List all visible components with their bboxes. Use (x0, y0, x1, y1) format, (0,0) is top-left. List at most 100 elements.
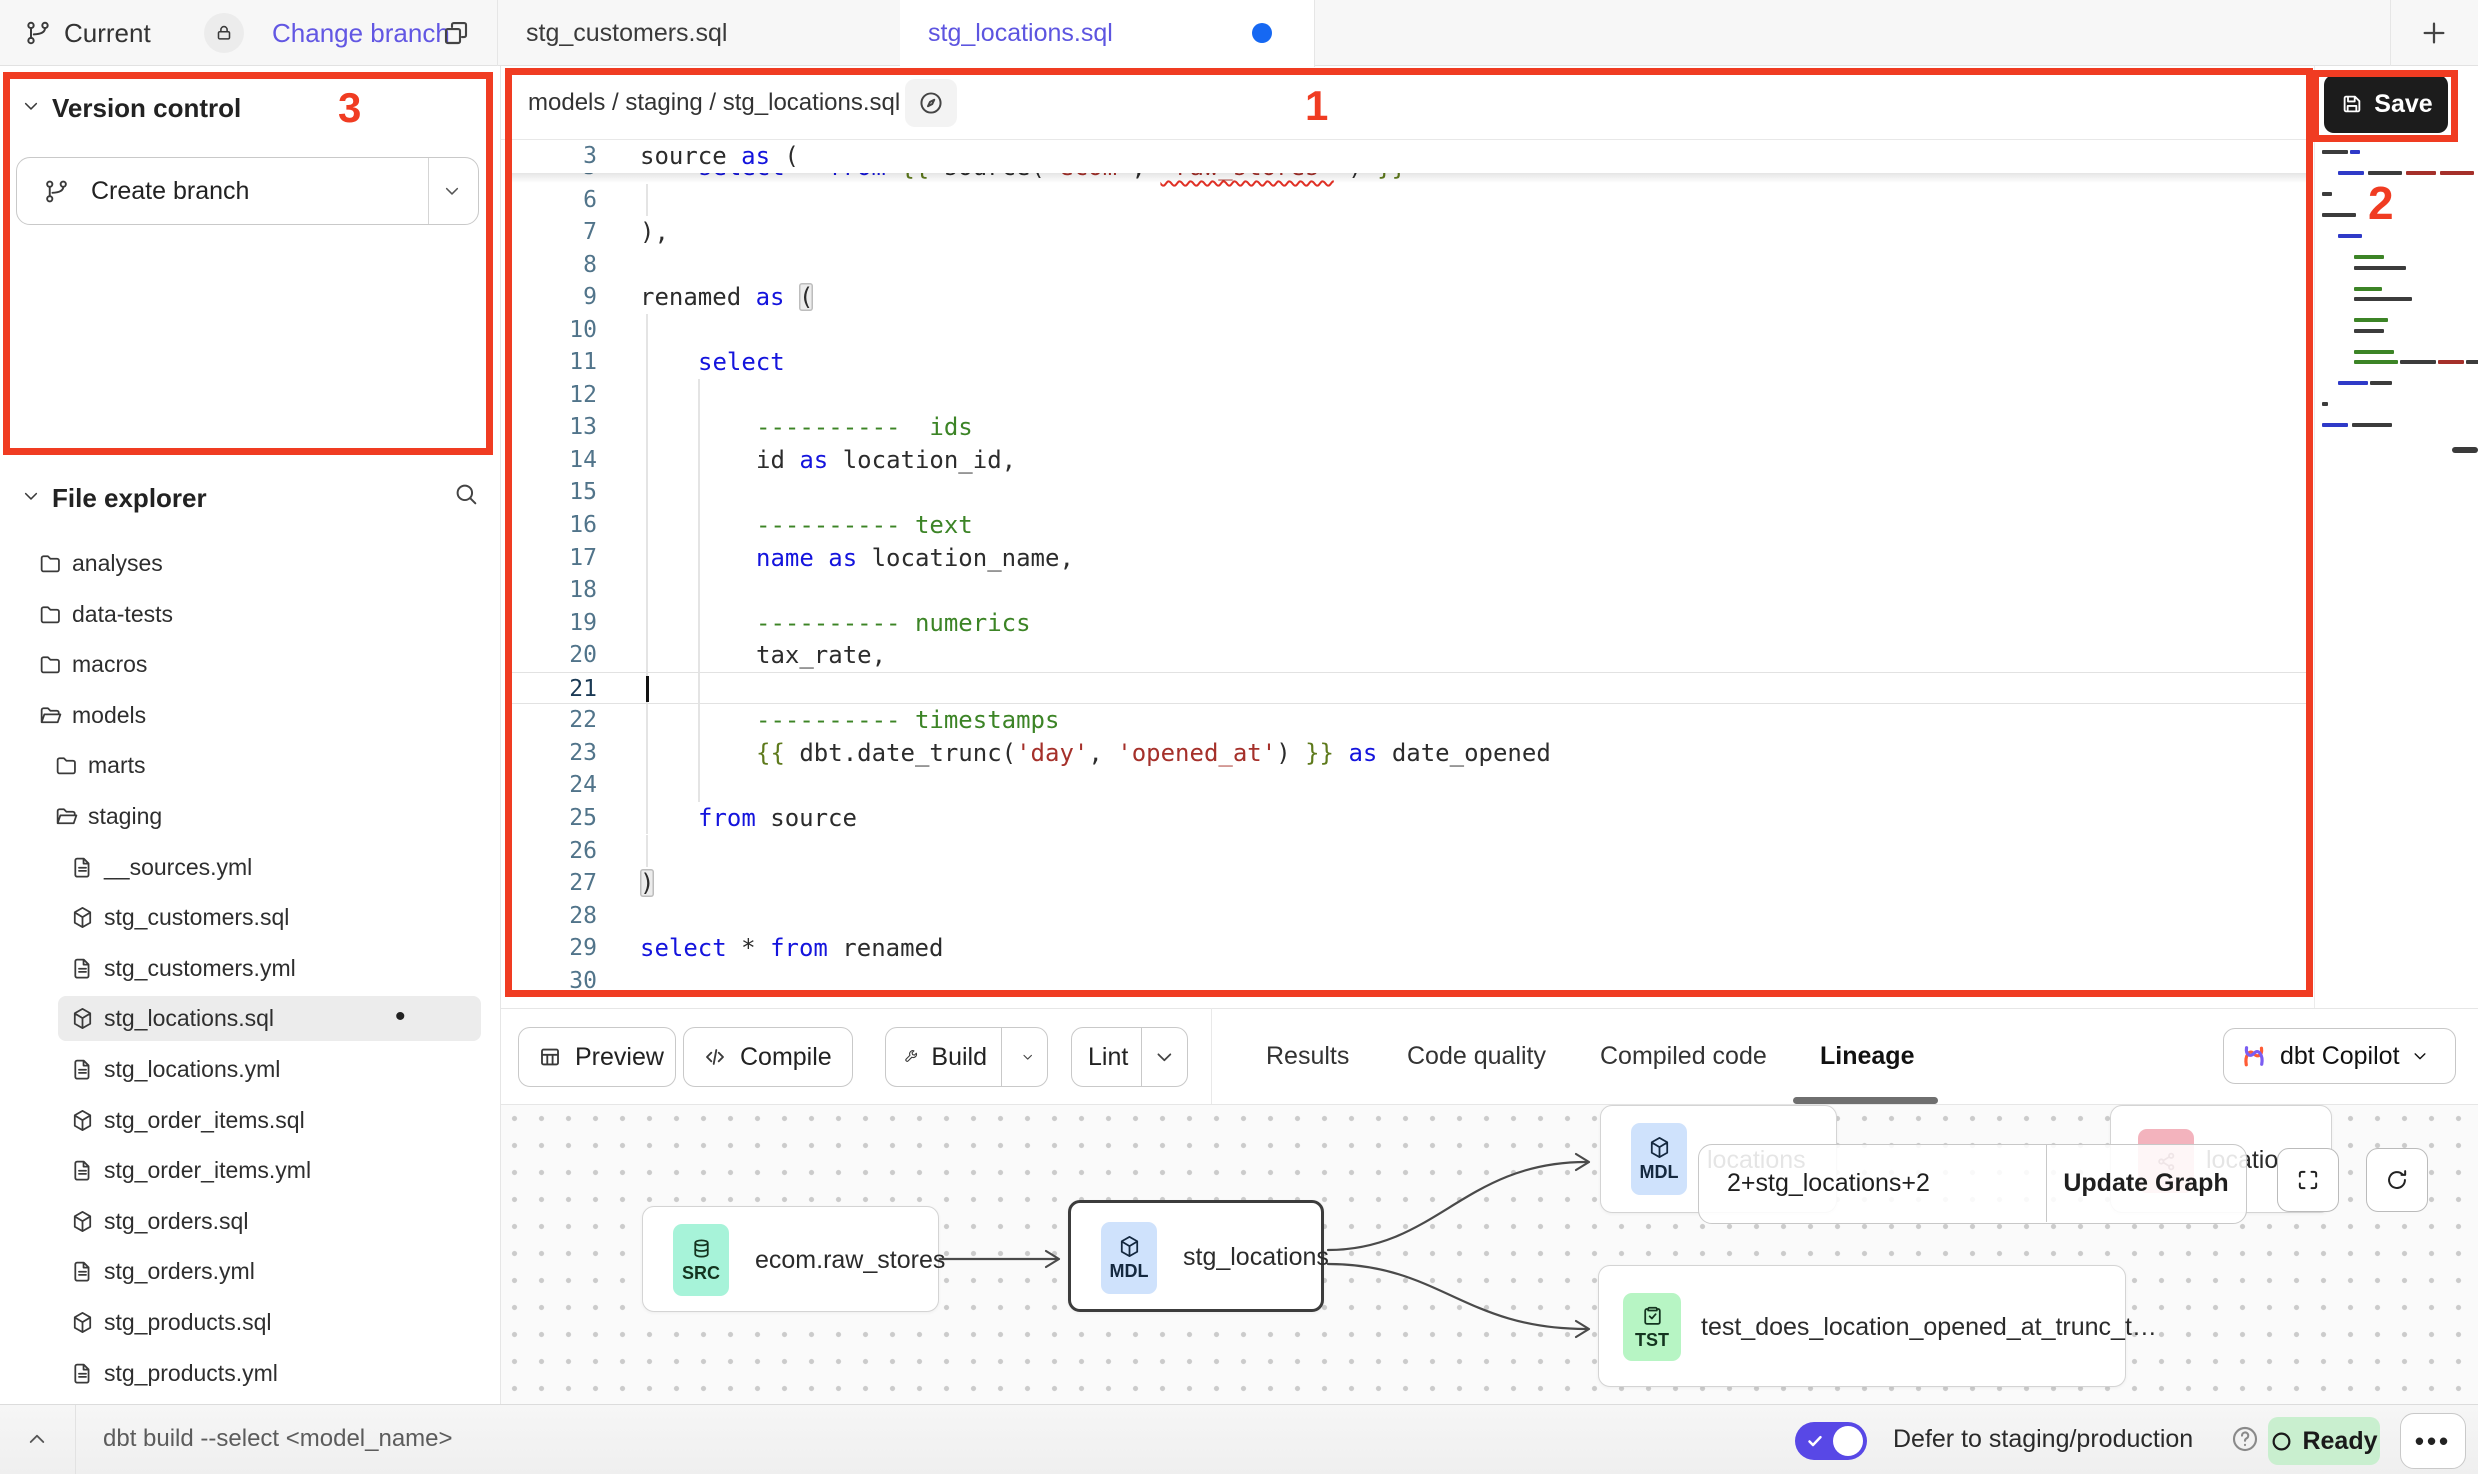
annotation-label-1: 1 (1305, 82, 1328, 130)
tree-item-label: stg_locations.sql (104, 993, 274, 1044)
code-line-30[interactable]: 30 (505, 965, 2313, 998)
code-line-23[interactable]: 23{{ dbt.date_trunc('day', 'opened_at') … (505, 737, 2313, 770)
tab-stg-customers[interactable]: stg_customers.sql (497, 0, 901, 66)
breadcrumb: models / staging / stg_locations.sql (528, 66, 900, 139)
tree-item-staging[interactable]: staging (0, 791, 500, 842)
search-icon[interactable] (452, 480, 480, 508)
chevron-up-icon[interactable] (24, 1426, 50, 1452)
explore-lineage-button[interactable] (905, 79, 957, 127)
tree-item-stg-orders-yml[interactable]: stg_orders.yml (0, 1246, 500, 1297)
tree-item--sources-yml[interactable]: __sources.yml (0, 842, 500, 893)
code-line-11[interactable]: 11select (505, 346, 2313, 379)
tab-results[interactable]: Results (1266, 1008, 1349, 1104)
code-text: ), (640, 218, 669, 246)
code-line-17[interactable]: 17name as location_name, (505, 542, 2313, 575)
code-line-29[interactable]: 29select * from renamed (505, 932, 2313, 965)
build-button[interactable]: Build (885, 1027, 1048, 1087)
tree-item-marts[interactable]: marts (0, 740, 500, 791)
command-input-placeholder[interactable]: dbt build --select <model_name> (103, 1404, 453, 1474)
tree-item-stg-order-items-yml[interactable]: stg_order_items.yml (0, 1145, 500, 1196)
chevron-down-icon[interactable] (1020, 1044, 1035, 1070)
sticky-shadow (505, 173, 2313, 183)
code-line-12[interactable]: 12 (505, 379, 2313, 412)
defer-toggle-on[interactable] (1795, 1422, 1867, 1460)
lineage-node-test[interactable]: TST test_does_location_opened_at_trunc_t… (1598, 1265, 2126, 1387)
minimap-line (2338, 381, 2368, 385)
code-line-19[interactable]: 19---------- numerics (505, 607, 2313, 640)
minimap-line (2466, 360, 2478, 364)
table-icon (537, 1044, 563, 1070)
tree-item-stg-customers-yml[interactable]: stg_customers.yml (0, 943, 500, 994)
chevron-down-icon[interactable] (20, 95, 42, 117)
line-number: 24 (505, 772, 597, 798)
code-line-16[interactable]: 16---------- text (505, 509, 2313, 542)
build-label: Build (931, 1043, 987, 1072)
tree-item-analyses[interactable]: analyses (0, 538, 500, 589)
chevron-down-icon[interactable] (20, 485, 42, 507)
indent-guide (646, 639, 648, 672)
tree-item-data-tests[interactable]: data-tests (0, 589, 500, 640)
code-line-27[interactable]: 27) (505, 867, 2313, 900)
tree-item-macros[interactable]: macros (0, 639, 500, 690)
tree-item-stg-products-sql[interactable]: stg_products.sql (0, 1297, 500, 1348)
code-line-13[interactable]: 13---------- ids (505, 411, 2313, 444)
lint-button[interactable]: Lint (1071, 1027, 1188, 1087)
node-label: test_does_location_opened_at_trunc_t… (1701, 1266, 2157, 1388)
tree-item-models[interactable]: models (0, 690, 500, 741)
code-line-9[interactable]: 9renamed as ( (505, 281, 2313, 314)
tree-item-stg-locations-sql[interactable]: stg_locations.sql• (0, 993, 500, 1044)
code-line-21[interactable]: 21 (505, 672, 2313, 705)
lineage-selector-input[interactable]: 2+stg_locations+2 (1727, 1145, 1930, 1222)
code-line-28[interactable]: 28 (505, 900, 2313, 933)
code-line-25[interactable]: 25from source (505, 802, 2313, 835)
code-line-18[interactable]: 18 (505, 574, 2313, 607)
lineage-node-source[interactable]: SRC ecom.raw_stores (642, 1206, 939, 1312)
fullscreen-button[interactable] (2277, 1148, 2339, 1212)
code-text: source as ( (640, 142, 799, 170)
code-line-7[interactable]: 7), (505, 216, 2313, 249)
tab-stg-locations-active[interactable]: stg_locations.sql (900, 0, 1315, 67)
minimap-line (2370, 381, 2392, 385)
panel-resize-handle[interactable] (2452, 447, 2478, 453)
tab-lineage-active[interactable]: Lineage (1820, 1008, 1914, 1104)
save-button[interactable]: Save (2324, 75, 2448, 133)
folder-icon (38, 602, 63, 627)
code-line-8[interactable]: 8 (505, 249, 2313, 282)
tree-item-label: stg_order_items.sql (104, 1095, 305, 1146)
tree-item-stg-order-items-sql[interactable]: stg_order_items.sql (0, 1095, 500, 1146)
minimap-line (2354, 297, 2412, 301)
lineage-node-stg-locations[interactable]: MDL stg_locations (1068, 1200, 1324, 1312)
code-line-14[interactable]: 14id as location_id, (505, 444, 2313, 477)
update-graph-button[interactable]: Update Graph (2047, 1145, 2245, 1222)
code-line-24[interactable]: 24 (505, 769, 2313, 802)
tab-compiled-code[interactable]: Compiled code (1600, 1008, 1767, 1104)
code-line-22[interactable]: 22---------- timestamps (505, 704, 2313, 737)
tree-item-stg-locations-yml[interactable]: stg_locations.yml (0, 1044, 500, 1095)
code-line-6[interactable]: 6 (505, 184, 2313, 217)
refresh-button[interactable] (2366, 1148, 2428, 1212)
dbt-copilot-button[interactable]: dbt Copilot (2223, 1028, 2456, 1084)
compile-button[interactable]: Compile (683, 1027, 853, 1087)
create-branch-button[interactable]: Create branch (16, 157, 479, 225)
new-tab-button[interactable] (2418, 17, 2450, 49)
indent-guide (646, 314, 648, 347)
code-line-20[interactable]: 20tax_rate, (505, 639, 2313, 672)
chevron-down-icon[interactable] (1152, 1044, 1177, 1070)
minimap-line (2354, 255, 2384, 259)
tree-item-stg-products-yml[interactable]: stg_products.yml (0, 1348, 500, 1399)
tree-item-stg-customers-sql[interactable]: stg_customers.sql (0, 892, 500, 943)
code-line-15[interactable]: 15 (505, 476, 2313, 509)
change-branch-link[interactable]: Change branch (272, 0, 450, 66)
more-options-button[interactable]: ••• (2400, 1413, 2466, 1469)
lock-icon (213, 22, 235, 44)
chevron-down-icon[interactable] (441, 180, 463, 202)
help-icon[interactable] (2230, 1424, 2260, 1454)
tree-item-stg-orders-sql[interactable]: stg_orders.sql (0, 1196, 500, 1247)
preview-button[interactable]: Preview (518, 1027, 676, 1087)
tab-code-quality[interactable]: Code quality (1407, 1008, 1546, 1104)
code-line-10[interactable]: 10 (505, 314, 2313, 347)
code-line-26[interactable]: 26 (505, 835, 2313, 868)
copy-icon[interactable] (441, 18, 471, 48)
minimap-line (2354, 318, 2388, 322)
save-icon (2339, 91, 2365, 117)
